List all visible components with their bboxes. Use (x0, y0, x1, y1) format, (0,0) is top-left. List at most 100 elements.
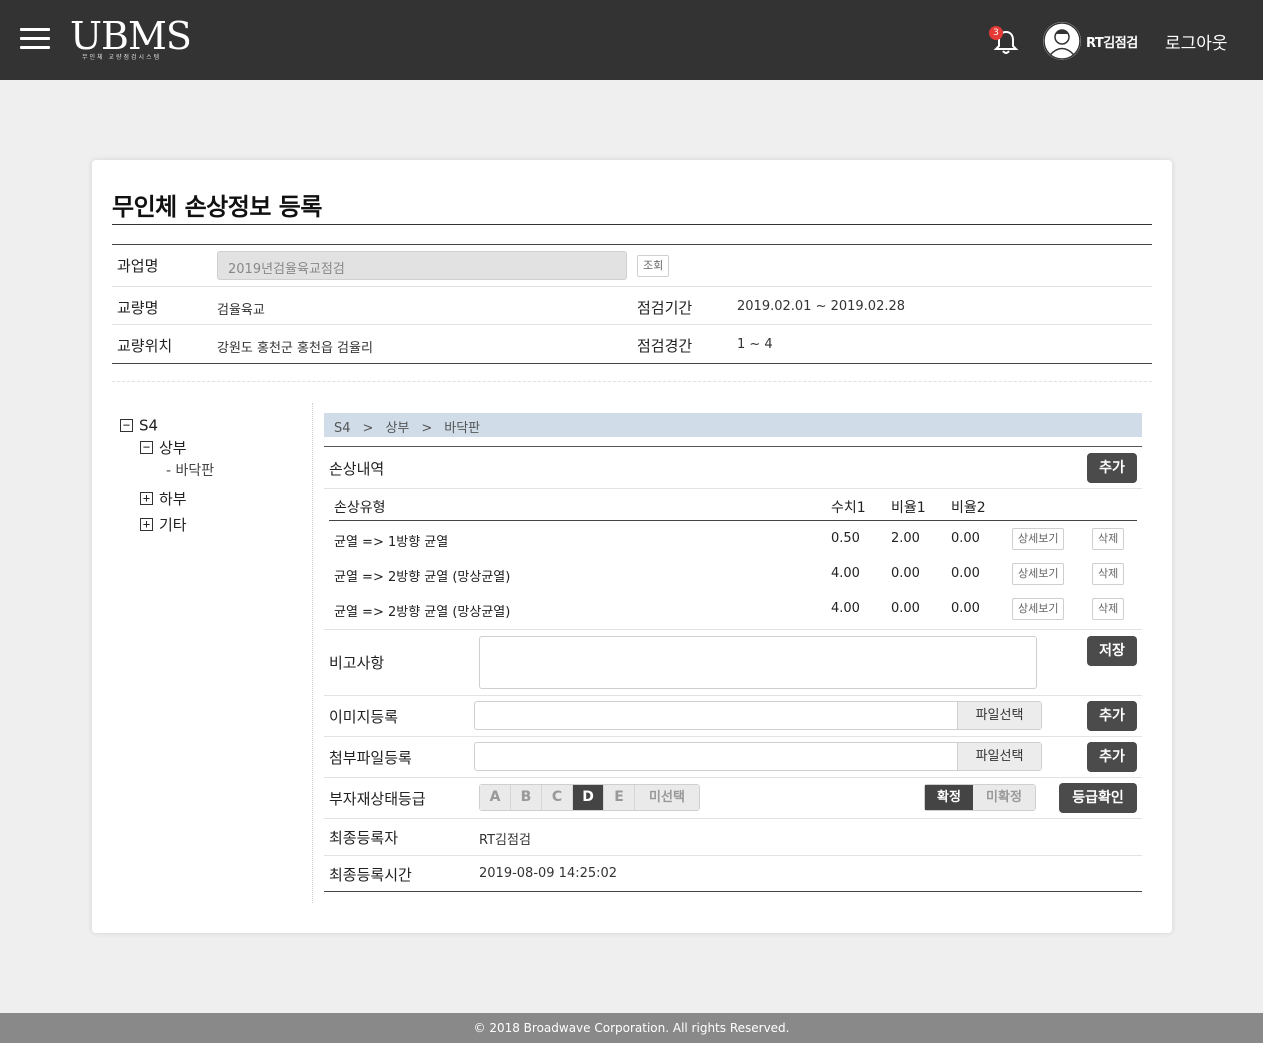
tree-node-s4[interactable]: − S4 (120, 416, 158, 435)
lookup-button[interactable]: 조회 (637, 255, 670, 277)
info-row-project: 과업명 2019년검율육교점검 조회 (112, 245, 1152, 287)
confirm-option[interactable]: 확정 (925, 785, 973, 810)
menu-icon[interactable] (20, 28, 50, 50)
add-damage-button[interactable]: 추가 (1087, 453, 1137, 483)
location-label: 교량위치 (117, 337, 173, 355)
damage-table: 손상유형 수치1 비율1 비율2 균열 => 1방향 균열 0.50 2.00 … (329, 495, 1137, 626)
table-row: 균열 => 2방향 균열 (망상균열) 4.00 0.00 0.00 상세보기 … (329, 591, 1137, 626)
tree-label[interactable]: 상부 (159, 439, 187, 457)
breadcrumb-item: 상부 (385, 421, 410, 436)
grade-option-a[interactable]: A (480, 785, 511, 810)
detail-button[interactable]: 상세보기 (1012, 598, 1065, 620)
notification-bell-icon[interactable]: 3 (989, 26, 1019, 56)
detail-button[interactable]: 상세보기 (1012, 563, 1065, 585)
divider (324, 629, 1142, 630)
grade-selector: A B C D E 미선택 (479, 784, 700, 811)
attachment-file-input[interactable]: 파일선택 (474, 742, 1042, 771)
span-value: 1 ~ 4 (737, 337, 773, 352)
logo-subtitle: 무인체 교량점검시스템 (82, 54, 162, 61)
add-image-button[interactable]: 추가 (1087, 701, 1137, 731)
image-file-input[interactable]: 파일선택 (474, 701, 1042, 730)
column-header: 수치1 (831, 500, 866, 516)
tree-node-upper[interactable]: − 상부 (140, 437, 187, 458)
attachment-file-select-button[interactable]: 파일선택 (957, 743, 1041, 770)
divider (324, 695, 1142, 696)
damage-type: 균열 => 2방향 균열 (망상균열) (334, 605, 511, 620)
grade-option-none[interactable]: 미선택 (635, 785, 699, 810)
breadcrumb-separator: > (362, 421, 374, 436)
collapse-icon[interactable]: − (120, 419, 133, 432)
last-time-value: 2019-08-09 14:25:02 (479, 866, 618, 881)
breadcrumb-separator: > (421, 421, 433, 436)
image-file-select-button[interactable]: 파일선택 (957, 702, 1041, 729)
info-row-bridge: 교량명 검율육교 점검기간 2019.02.01 ~ 2019.02.28 (112, 287, 1152, 325)
grade-option-c[interactable]: C (542, 785, 573, 810)
value-1: 0.50 (831, 531, 860, 546)
main-card: 무인체 손상정보 등록 과업명 2019년검율육교점검 조회 교량명 검율육교 … (92, 160, 1172, 933)
ratio-1: 0.00 (891, 601, 920, 616)
info-row-location: 교량위치 강원도 홍천군 홍천읍 검율리 점검경간 1 ~ 4 (112, 325, 1152, 363)
image-label: 이미지등록 (329, 708, 399, 726)
tree-node-deck[interactable]: - 바닥판 (166, 460, 214, 480)
expand-icon[interactable]: + (140, 492, 153, 505)
last-user-label: 최종등록자 (329, 829, 399, 847)
span-label: 점검경간 (637, 337, 693, 355)
unconfirm-option[interactable]: 미확정 (973, 785, 1035, 810)
add-attachment-button[interactable]: 추가 (1087, 742, 1137, 772)
grade-option-d[interactable]: D (573, 785, 604, 810)
divider (324, 777, 1142, 778)
logo-text: UBMS (70, 14, 192, 58)
save-button[interactable]: 저장 (1087, 636, 1137, 666)
logo[interactable]: UBMS 무인체 교량점검시스템 (70, 16, 210, 62)
grade-check-button[interactable]: 등급확인 (1059, 783, 1137, 813)
user-avatar[interactable] (1043, 22, 1081, 60)
column-header: 비율2 (951, 500, 986, 516)
username[interactable]: RT김점검 (1086, 32, 1138, 51)
tree-label[interactable]: S4 (139, 417, 158, 435)
tree-label[interactable]: 하부 (159, 490, 187, 508)
expand-icon[interactable]: + (140, 518, 153, 531)
detail-button[interactable]: 상세보기 (1012, 528, 1065, 550)
divider (324, 855, 1142, 856)
project-info-table: 과업명 2019년검율육교점검 조회 교량명 검율육교 점검기간 2019.02… (112, 244, 1152, 364)
period-value: 2019.02.01 ~ 2019.02.28 (737, 299, 906, 314)
last-user-value: RT김점검 (479, 833, 531, 848)
breadcrumb-item: S4 (334, 421, 351, 436)
grade-option-e[interactable]: E (604, 785, 635, 810)
delete-button[interactable]: 삭제 (1092, 563, 1125, 585)
value-1: 4.00 (831, 566, 860, 581)
last-time-label: 최종등록시간 (329, 866, 412, 884)
grade-option-b[interactable]: B (511, 785, 542, 810)
delete-button[interactable]: 삭제 (1092, 528, 1125, 550)
divider (324, 488, 1142, 489)
column-header: 손상유형 (334, 500, 386, 516)
logout-button[interactable]: 로그아웃 (1165, 29, 1228, 54)
tree-node-etc[interactable]: + 기타 (140, 514, 187, 535)
damage-type: 균열 => 1방향 균열 (334, 535, 449, 550)
period-label: 점검기간 (637, 299, 693, 317)
attachment-label: 첨부파일등록 (329, 749, 412, 767)
divider (324, 736, 1142, 737)
table-header: 손상유형 수치1 비율1 비율2 (329, 495, 1137, 521)
ratio-2: 0.00 (951, 566, 980, 581)
bridge-value: 검율육교 (217, 303, 265, 318)
collapse-icon[interactable]: − (140, 441, 153, 454)
breadcrumb-item: 바닥판 (444, 421, 481, 436)
project-name-field[interactable]: 2019년검율육교점검 (217, 251, 627, 280)
tree-label[interactable]: 기타 (159, 516, 187, 534)
page-title: 무인체 손상정보 등록 (112, 193, 322, 221)
tree-node-lower[interactable]: + 하부 (140, 488, 187, 509)
top-bar: UBMS 무인체 교량점검시스템 3 RT김점검 로그아웃 (0, 0, 1263, 80)
project-label: 과업명 (117, 257, 159, 275)
table-row: 균열 => 2방향 균열 (망상균열) 4.00 0.00 0.00 상세보기 … (329, 556, 1137, 591)
delete-button[interactable]: 삭제 (1092, 598, 1125, 620)
remark-label: 비고사항 (329, 654, 385, 672)
footer: © 2018 Broadwave Corporation. All rights… (0, 1013, 1263, 1043)
remark-textarea[interactable] (479, 636, 1037, 689)
divider (324, 891, 1142, 892)
ratio-1: 0.00 (891, 566, 920, 581)
divider (112, 381, 1152, 382)
divider (112, 224, 1152, 225)
damage-type: 균열 => 2방향 균열 (망상균열) (334, 570, 511, 585)
divider (324, 446, 1142, 447)
